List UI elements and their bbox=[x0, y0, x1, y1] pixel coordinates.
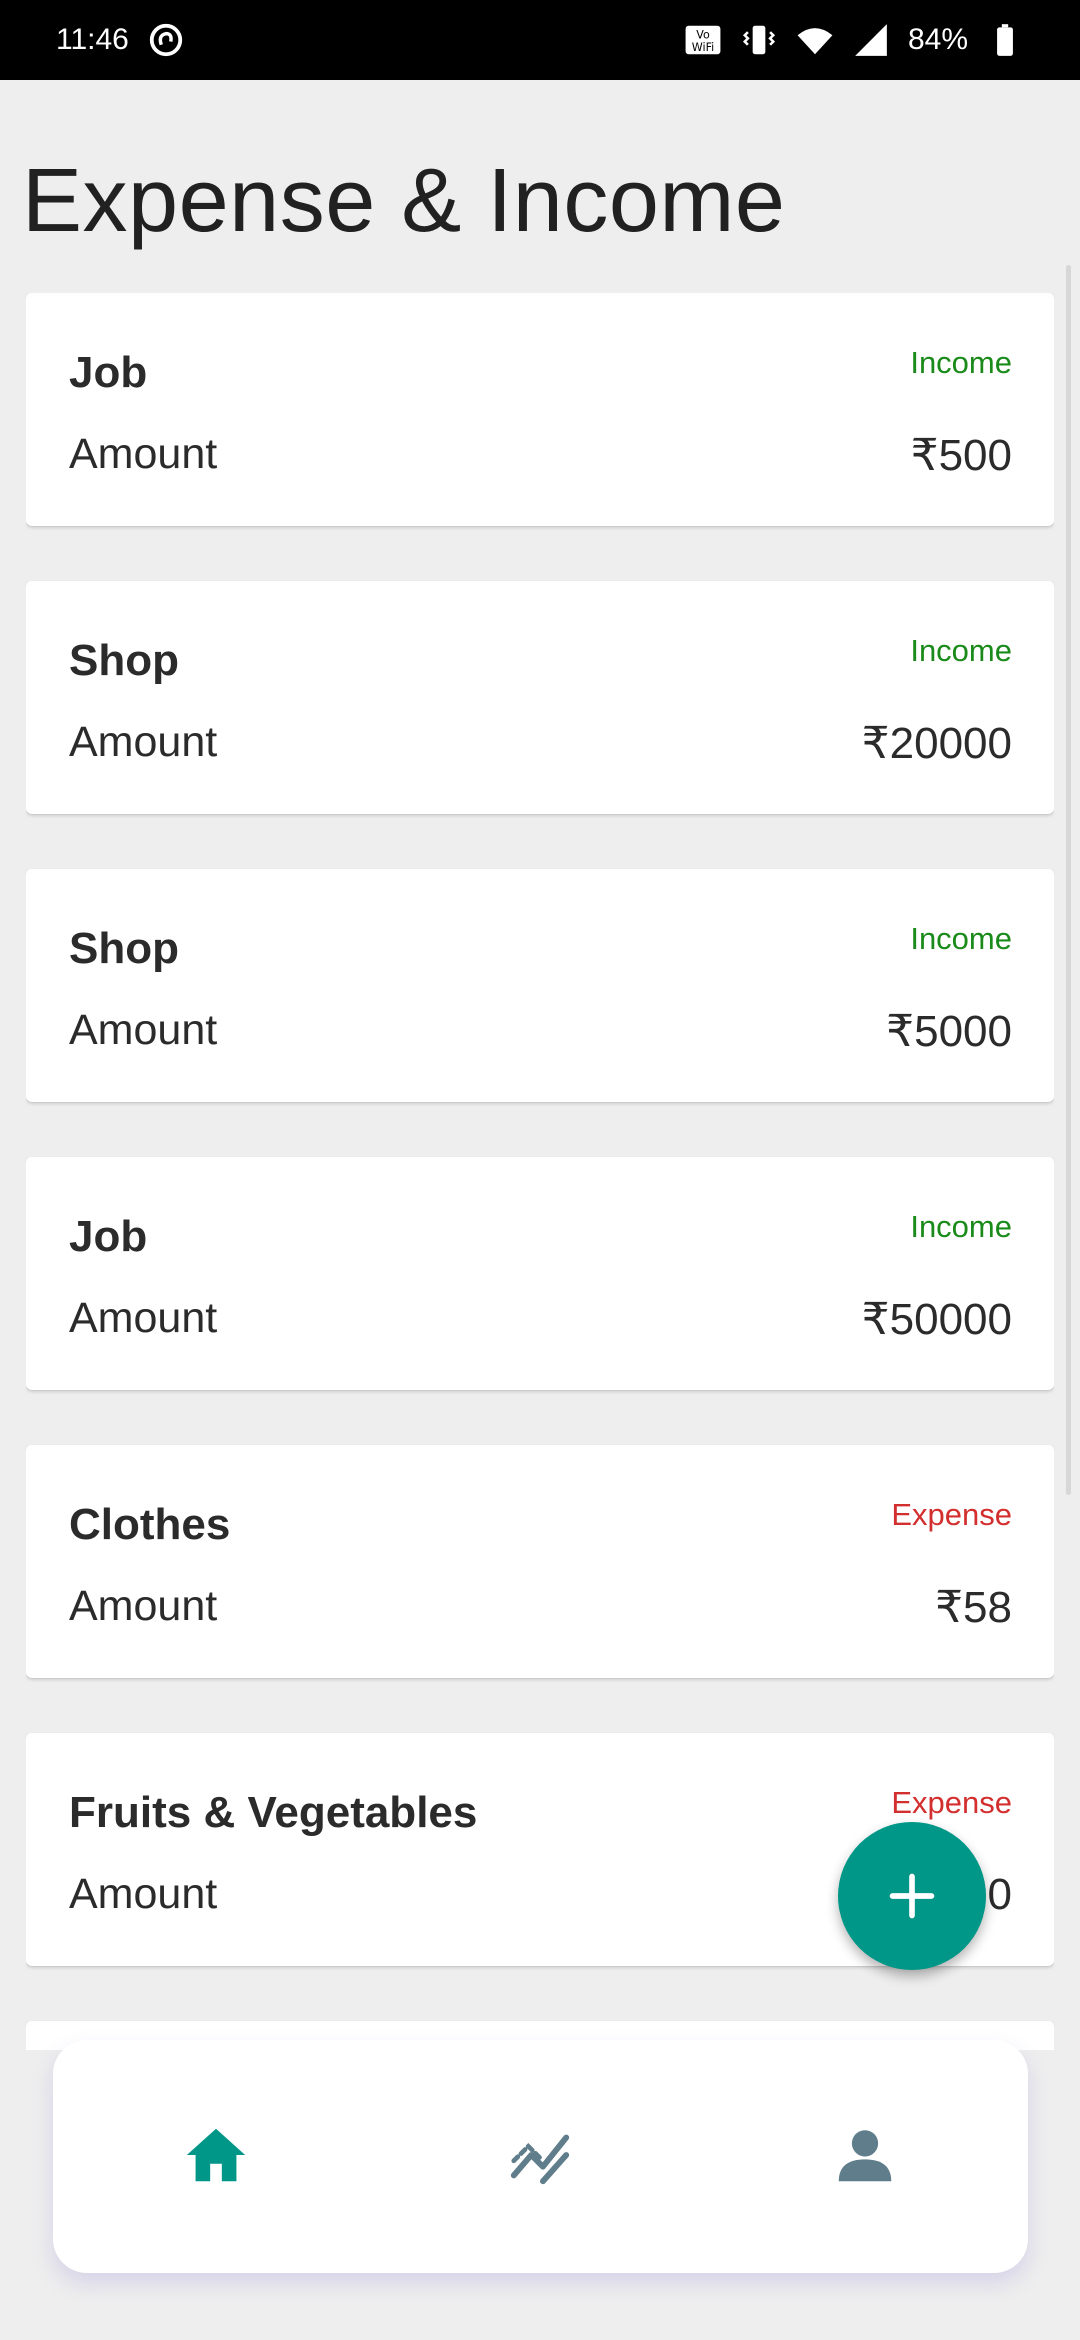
amount-value: ₹20000 bbox=[861, 719, 1012, 768]
status-right: Vo WiFi 84% bbox=[684, 21, 1024, 59]
amount-value: ₹5000 bbox=[886, 1007, 1012, 1056]
person-icon bbox=[838, 2130, 892, 2182]
svg-text:Vo: Vo bbox=[696, 28, 710, 41]
amount-label: Amount bbox=[69, 1870, 218, 1918]
amount-label: Amount bbox=[69, 430, 218, 478]
transaction-card[interactable]: Shop Income Amount ₹5000 bbox=[26, 869, 1054, 1102]
transaction-category: Clothes bbox=[69, 1500, 231, 1549]
transaction-category: Shop bbox=[69, 636, 179, 685]
amount-label: Amount bbox=[69, 718, 218, 766]
transaction-card[interactable]: Job Income Amount ₹500 bbox=[26, 293, 1054, 526]
amount-value: ₹500 bbox=[910, 431, 1012, 480]
home-icon bbox=[186, 2128, 246, 2182]
amount-value: 0 bbox=[987, 1870, 1012, 1919]
transaction-type-badge: Expense bbox=[891, 1785, 1012, 1820]
transaction-category: Shop bbox=[69, 924, 179, 973]
amount-label: Amount bbox=[69, 1006, 218, 1054]
status-time: 11:46 bbox=[56, 23, 129, 56]
nav-statistics[interactable] bbox=[485, 2100, 595, 2210]
battery-icon bbox=[986, 21, 1024, 59]
signal-icon bbox=[852, 21, 890, 59]
transaction-category: Fruits & Vegetables bbox=[69, 1788, 478, 1837]
transaction-card[interactable]: Clothes Expense Amount ₹58 bbox=[26, 1445, 1054, 1678]
transaction-card[interactable]: Job Income Amount ₹50000 bbox=[26, 1157, 1054, 1390]
svg-text:WiFi: WiFi bbox=[692, 41, 714, 54]
wifi-icon bbox=[796, 21, 834, 59]
add-transaction-button[interactable] bbox=[838, 1822, 986, 1970]
transaction-type-badge: Income bbox=[910, 633, 1012, 668]
transaction-list[interactable]: Job Income Amount ₹500 Shop Income Amoun… bbox=[26, 293, 1054, 2050]
bottom-navigation bbox=[53, 2040, 1028, 2273]
transaction-type-badge: Expense bbox=[891, 1497, 1012, 1532]
battery-percent: 84% bbox=[907, 23, 968, 56]
transaction-type-badge: Income bbox=[910, 921, 1012, 956]
transaction-category: Job bbox=[69, 348, 148, 397]
amount-value: ₹50000 bbox=[861, 1295, 1012, 1344]
transaction-card[interactable]: Shop Income Amount ₹20000 bbox=[26, 581, 1054, 814]
transaction-type-badge: Income bbox=[910, 1209, 1012, 1244]
page-title: Expense & Income bbox=[22, 151, 786, 251]
chart-trend-icon bbox=[510, 2134, 570, 2185]
vowifi-icon: Vo WiFi bbox=[684, 21, 722, 59]
sync-icon bbox=[147, 21, 185, 59]
vibrate-icon bbox=[740, 21, 778, 59]
amount-value: ₹58 bbox=[935, 1583, 1012, 1632]
amount-label: Amount bbox=[69, 1582, 218, 1630]
nav-home[interactable] bbox=[161, 2100, 271, 2210]
status-left: 11:46 bbox=[56, 21, 185, 59]
amount-label: Amount bbox=[69, 1294, 218, 1342]
transaction-category: Job bbox=[69, 1212, 148, 1261]
status-bar: 11:46 Vo WiFi 84% bbox=[0, 0, 1080, 80]
plus-icon bbox=[889, 1873, 935, 1919]
nav-profile[interactable] bbox=[810, 2100, 920, 2210]
list-scrollbar[interactable] bbox=[1066, 265, 1071, 1495]
transaction-type-badge: Income bbox=[910, 345, 1012, 380]
